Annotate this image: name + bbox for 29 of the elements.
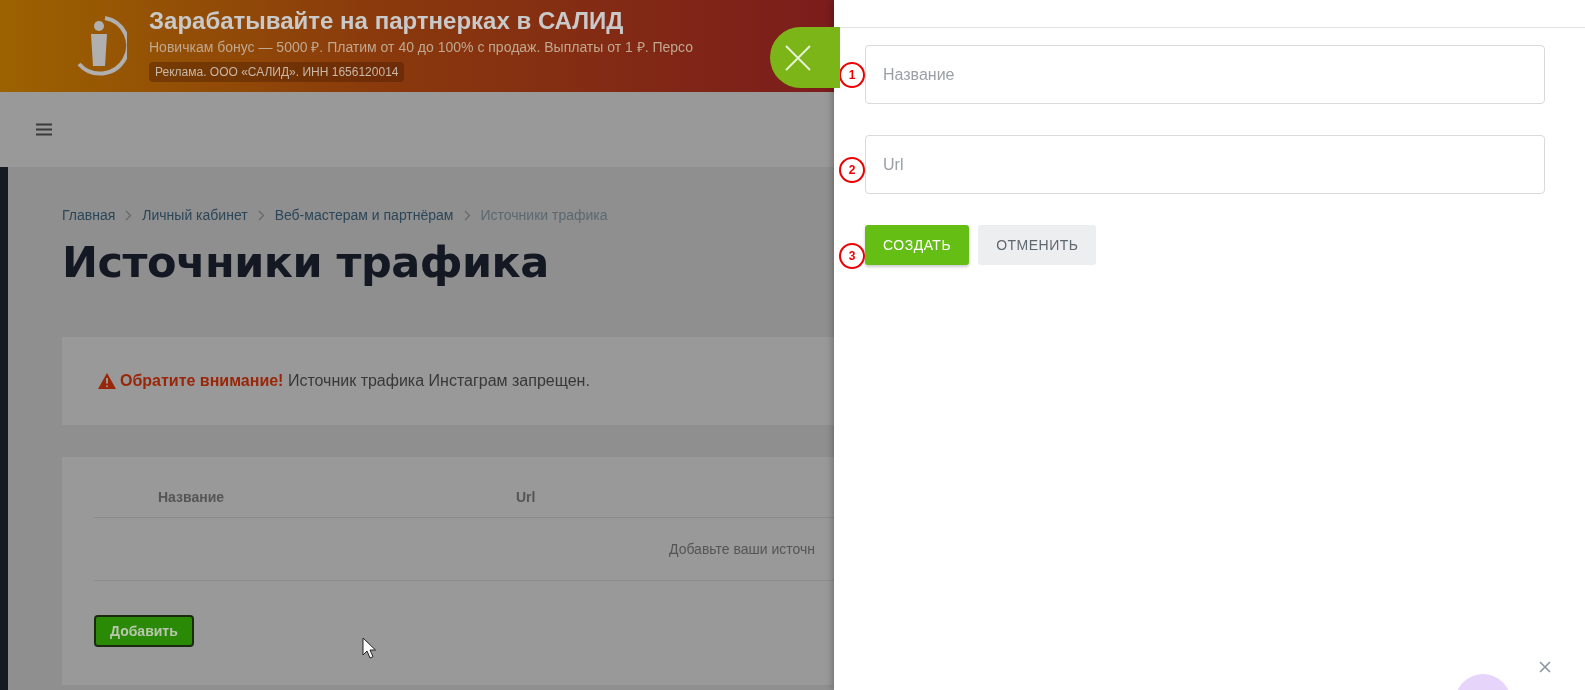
breadcrumb-link[interactable]: Веб-мастерам и партнёрам (274, 207, 454, 223)
column-header: Url (516, 489, 536, 505)
step-marker: 1 (839, 62, 865, 88)
warning-icon (98, 373, 116, 389)
create-button[interactable]: СОЗДАТЬ (865, 225, 970, 265)
close-icon[interactable] (1539, 661, 1551, 673)
page-title: Источники трафика (62, 237, 550, 287)
text-field[interactable]: Название (865, 45, 1545, 104)
step-marker: 3 (839, 243, 865, 269)
close-button[interactable] (770, 27, 840, 88)
ad-label: Реклама. ООО «САЛИД». ИНН 1656120014 (149, 61, 405, 82)
chevron-icon (463, 209, 471, 221)
notice-text: Обратите внимание! Источник трафика Инстаграм запрещен. (120, 372, 590, 390)
empty-message: Добавьте ваши источн (669, 541, 816, 557)
ad-title: Зарабатывайте на партнерках в САЛИД (149, 6, 624, 35)
menu-icon[interactable] (36, 123, 52, 136)
breadcrumb-link[interactable]: Личный кабинет (142, 207, 248, 223)
add-button[interactable]: Добавить (94, 615, 194, 647)
cancel-button[interactable]: ОТМЕНИТЬ (978, 225, 1097, 265)
close-icon (784, 43, 812, 72)
step-marker: 2 (839, 157, 865, 183)
column-header: Название (158, 489, 226, 505)
ad-subtitle: Новичкам бонус — 5000 ₽. Платим от 40 до 100% с продаж. Выплаты от 1 ₽. Персо (149, 37, 694, 56)
text-field[interactable]: Url (865, 135, 1545, 194)
logo-icon (75, 14, 127, 78)
chevron-icon (125, 209, 133, 221)
cursor-icon (362, 637, 376, 659)
breadcrumb-link[interactable]: Главная (62, 207, 116, 223)
chevron-icon (257, 209, 265, 221)
